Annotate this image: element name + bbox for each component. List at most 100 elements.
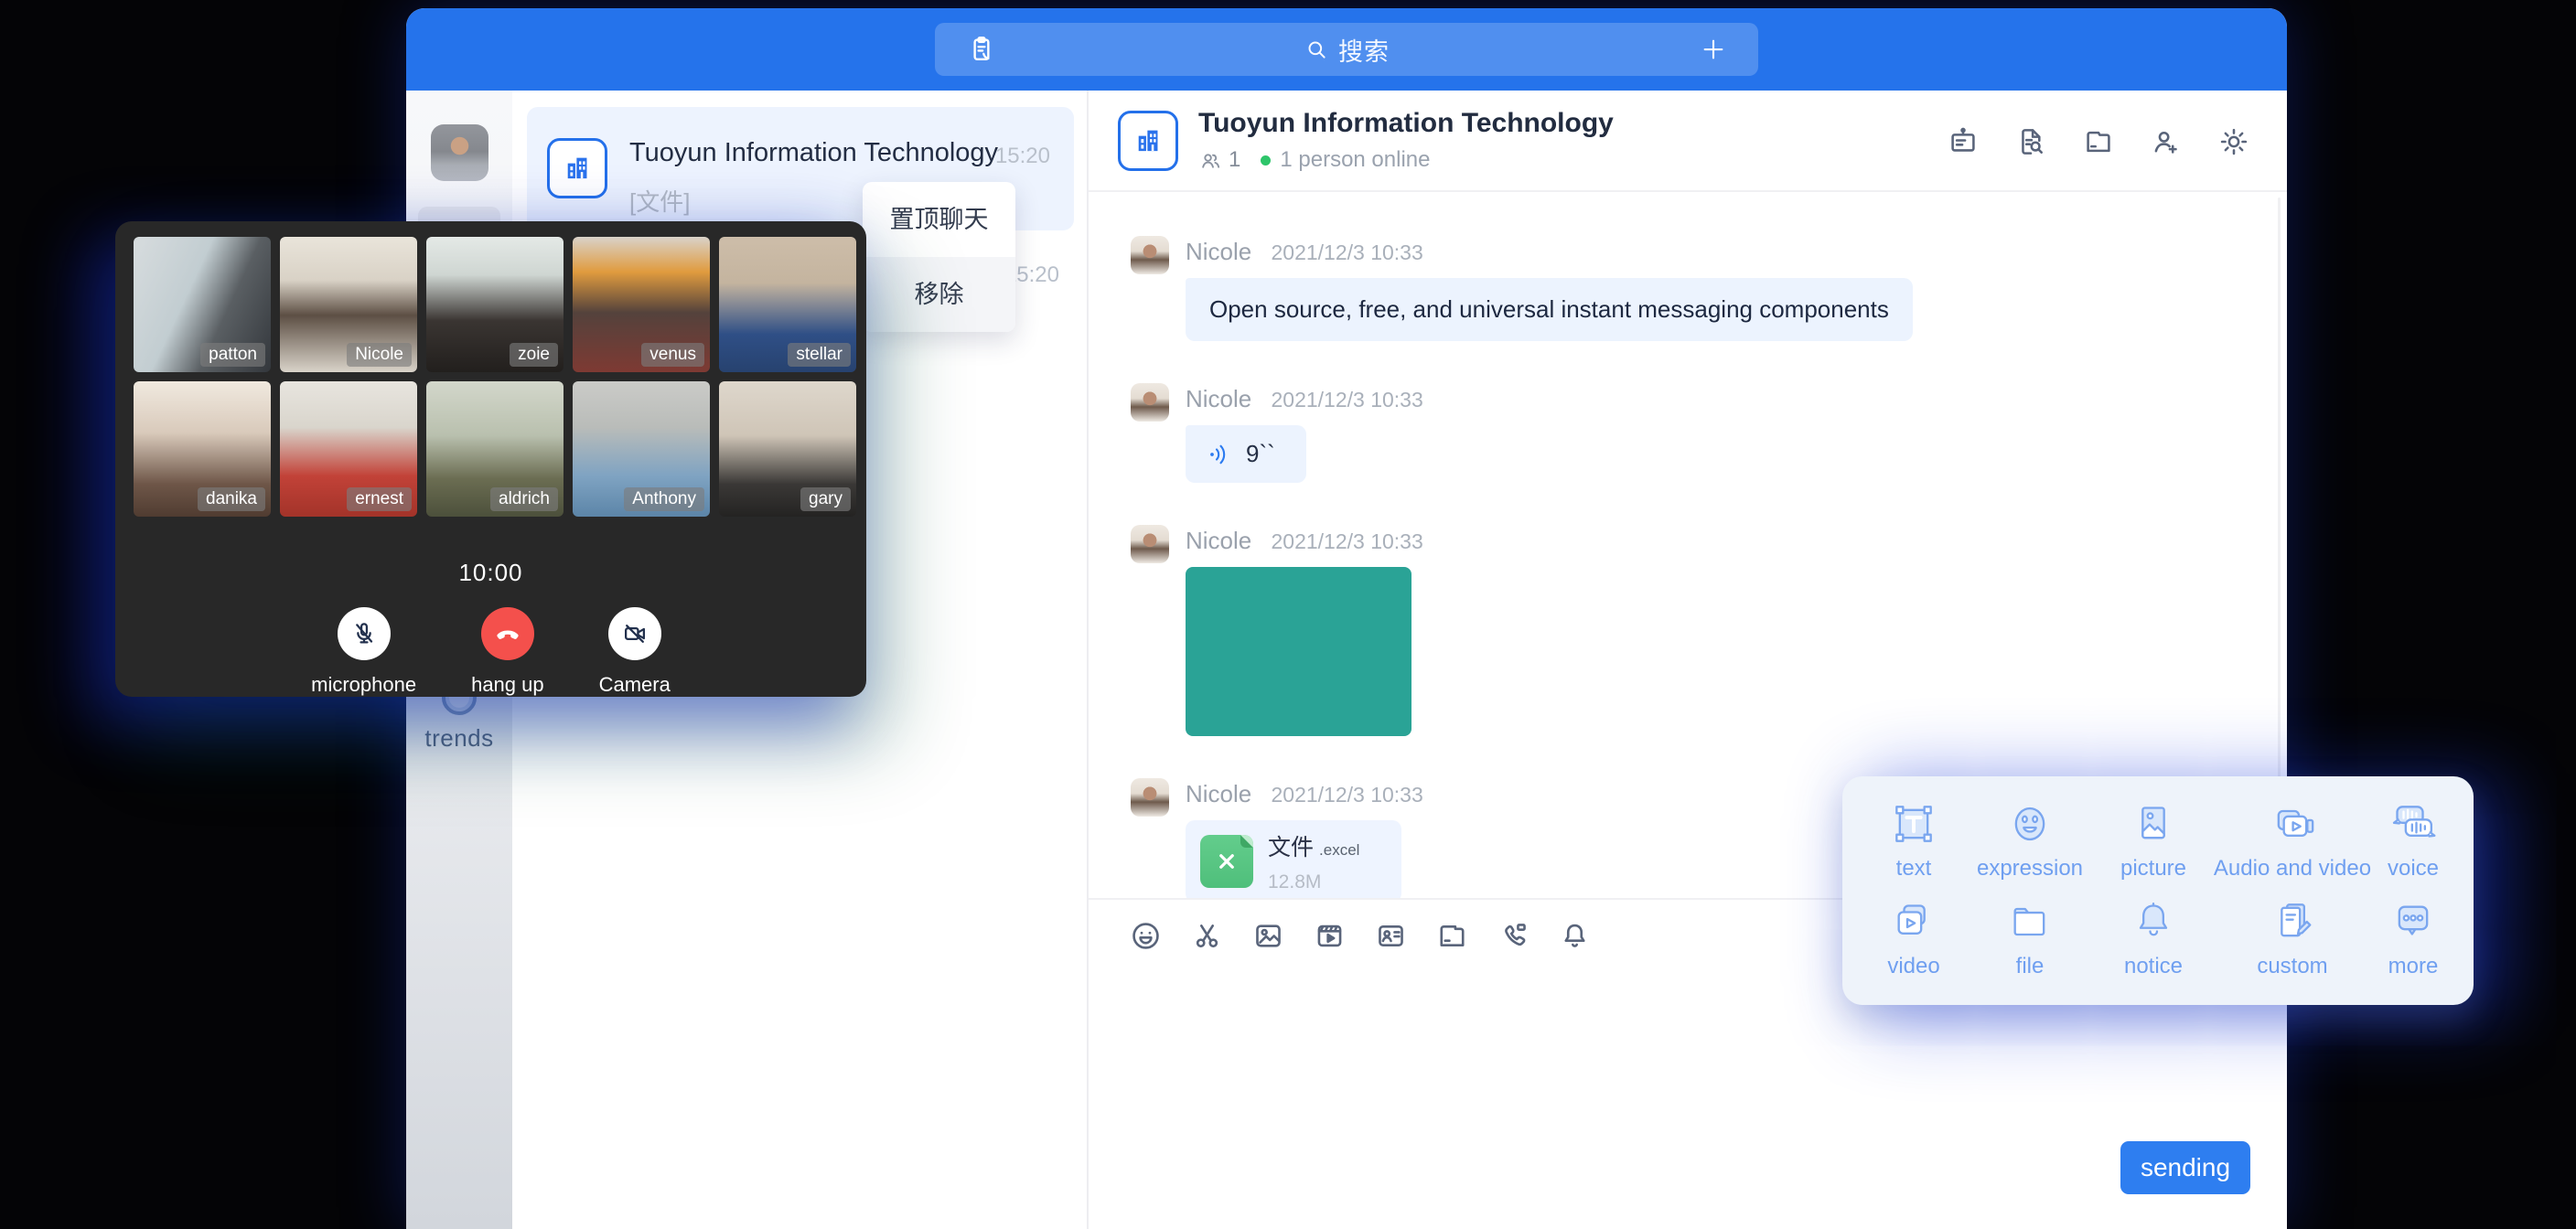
hang-up-label: hang up — [471, 673, 544, 697]
chat-header: Tuoyun Information Technology 1 1 person… — [1089, 91, 2287, 192]
video-tile: aldrich — [426, 381, 564, 517]
attach-item-voice[interactable]: voice — [2377, 798, 2450, 882]
video-tile: Nicole — [280, 237, 417, 372]
hangup-phone-icon — [493, 619, 522, 648]
participant-name: gary — [800, 487, 851, 511]
video-tile: patton — [134, 237, 271, 372]
participant-name: zoie — [510, 343, 558, 367]
search-icon — [1304, 37, 1329, 62]
participant-name: stellar — [788, 343, 851, 367]
mic-off-icon — [349, 619, 379, 648]
participant-name: Nicole — [347, 343, 412, 367]
video-tile: Anthony — [573, 381, 710, 517]
context-menu: 置顶聊天 移除 — [863, 182, 1015, 332]
message-text: Nicole 2021/12/3 10:33 Open source, free… — [1131, 236, 2287, 341]
contact-card-icon[interactable] — [1374, 919, 1408, 953]
attach-item-text[interactable]: text — [1866, 798, 1961, 882]
add-member-icon[interactable] — [2150, 125, 2183, 158]
chat-header-actions — [1947, 91, 2250, 192]
sender-name: Nicole — [1186, 527, 1251, 554]
chat-title: Tuoyun Information Technology — [1198, 108, 1614, 139]
message-time: 2021/12/3 10:33 — [1271, 388, 1422, 411]
sender-name: Nicole — [1186, 238, 1251, 265]
files-icon[interactable] — [2082, 125, 2115, 158]
picture-attach-icon — [2128, 798, 2179, 850]
online-dot — [1261, 155, 1271, 166]
image-attachment[interactable] — [1186, 567, 1411, 736]
participant-name: ernest — [347, 487, 412, 511]
message-image: Nicole 2021/12/3 10:33 — [1131, 525, 2287, 736]
audio-video-icon — [2267, 798, 2318, 850]
camera-label: Camera — [599, 673, 671, 697]
avatar[interactable] — [1131, 236, 1169, 274]
settings-gear-icon[interactable] — [2217, 125, 2250, 158]
voice-duration: 9`` — [1246, 440, 1275, 468]
attach-item-expression[interactable]: expression — [1961, 798, 2098, 882]
topbar: 搜索 — [406, 8, 2287, 91]
attach-item-picture[interactable]: picture — [2098, 798, 2208, 882]
voice-wave-icon — [1206, 441, 1233, 468]
online-status: 1 person online — [1280, 147, 1430, 173]
folder-icon[interactable] — [1435, 919, 1469, 953]
message-input[interactable]: sending — [1089, 971, 2287, 1229]
text-bubble: Open source, free, and universal instant… — [1186, 278, 1913, 341]
video-tiles: patton Nicole zoie venus stellar danika … — [134, 237, 848, 517]
search-placeholder: 搜索 — [1338, 32, 1390, 68]
emoji-icon[interactable] — [1129, 919, 1163, 953]
file-ext: .excel — [1319, 841, 1359, 859]
text-tool-icon — [1888, 798, 1939, 850]
notice-bell-icon[interactable] — [1558, 919, 1592, 953]
attach-item-notice[interactable]: notice — [2098, 896, 2208, 979]
camera-button[interactable] — [608, 607, 661, 660]
attach-item-more[interactable]: more — [2377, 896, 2450, 979]
send-button[interactable]: sending — [2120, 1141, 2250, 1194]
organization-icon — [1118, 111, 1178, 171]
menu-item-pin-chat[interactable]: 置顶聊天 — [863, 182, 1015, 257]
microphone-button[interactable] — [338, 607, 391, 660]
clipboard-call-icon[interactable] — [966, 31, 1003, 68]
picture-icon[interactable] — [1251, 919, 1285, 953]
attach-item-video[interactable]: video — [1866, 896, 1961, 979]
microphone-label: microphone — [311, 673, 416, 697]
plus-icon[interactable] — [1690, 31, 1727, 68]
video-tile: zoie — [426, 237, 564, 372]
attach-item-file[interactable]: file — [1961, 896, 2098, 979]
voice-bubble[interactable]: 9`` — [1186, 425, 1306, 483]
participant-name: danika — [198, 487, 265, 511]
member-count: 1 — [1229, 147, 1240, 173]
screenshot-scissors-icon[interactable] — [1190, 919, 1224, 953]
avatar[interactable] — [1131, 778, 1169, 817]
organization-icon — [547, 138, 607, 198]
avatar[interactable] — [431, 124, 488, 181]
message-time: 2021/12/3 10:33 — [1271, 529, 1422, 553]
voice-bubbles-icon — [2388, 798, 2439, 850]
conversation-title: Tuoyun Information Technology — [629, 138, 998, 168]
attach-item-custom[interactable]: custom — [2208, 896, 2377, 979]
video-call-overlay: patton Nicole zoie venus stellar danika … — [115, 221, 866, 697]
desktop-background: 搜索 trends — [0, 0, 2576, 1229]
call-controls: microphone hang up Camera — [134, 607, 848, 697]
file-name: 文件 — [1268, 835, 1314, 860]
participant-name: aldrich — [490, 487, 558, 511]
menu-item-remove[interactable]: 移除 — [863, 257, 1015, 332]
sender-name: Nicole — [1186, 780, 1251, 807]
doc-search-icon[interactable] — [2014, 125, 2047, 158]
file-attachment[interactable]: 文件.excel 12.8M — [1186, 820, 1401, 898]
trends-label: trends — [406, 724, 512, 753]
message-voice: Nicole 2021/12/3 10:33 9`` — [1131, 383, 2287, 483]
video-tile: danika — [134, 381, 271, 517]
search-bar[interactable]: 搜索 — [935, 23, 1758, 76]
message-time: 2021/12/3 10:33 — [1271, 240, 1422, 264]
avatar[interactable] — [1131, 383, 1169, 422]
video-clip-icon[interactable] — [1313, 919, 1347, 953]
announcement-icon[interactable] — [1947, 125, 1980, 158]
call-camera-icon[interactable] — [1497, 919, 1530, 953]
attach-item-audio-video[interactable]: Audio and video — [2208, 798, 2377, 882]
expression-icon — [2004, 798, 2055, 850]
avatar[interactable] — [1131, 525, 1169, 563]
video-tile: ernest — [280, 381, 417, 517]
attach-panel: text expression picture — [1842, 776, 2474, 1005]
hang-up-button[interactable] — [481, 607, 534, 660]
search-input[interactable]: 搜索 — [1003, 32, 1690, 68]
participant-name: Anthony — [624, 487, 704, 511]
